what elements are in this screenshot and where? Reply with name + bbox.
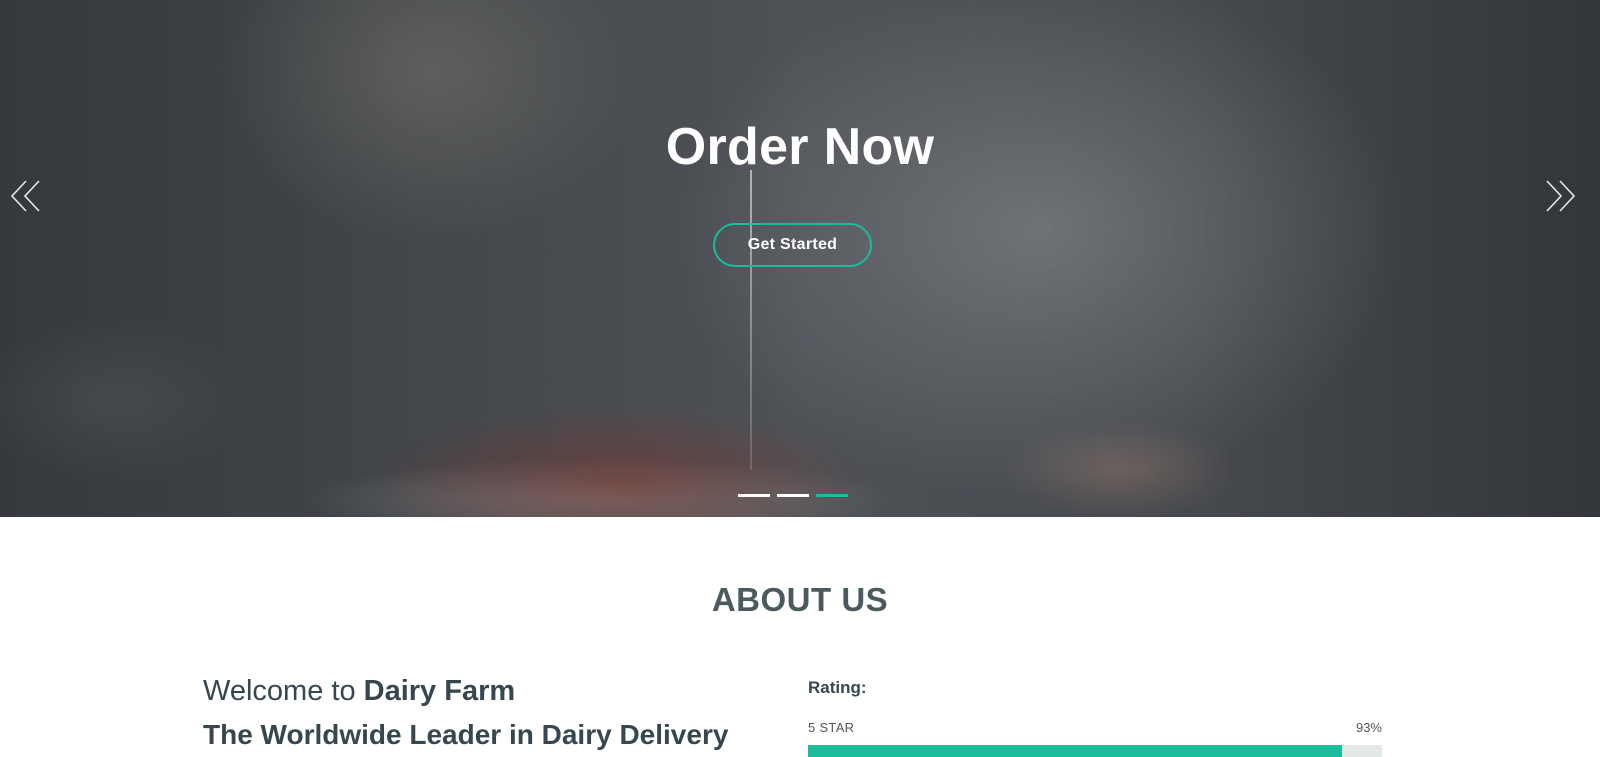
hero-title: Order Now [665,118,935,176]
carousel-next-button[interactable] [1541,178,1577,214]
rating-bar-percent: 93% [1355,720,1382,735]
rating-progress-bar [808,745,1382,757]
brand-name: Dairy Farm [363,675,516,707]
hero-background-detail [750,170,752,470]
double-chevron-right-icon [1546,180,1576,212]
carousel-indicator-1[interactable] [738,494,770,497]
rating-bar-label: 5 STAR [808,720,855,735]
carousel-indicator-3[interactable] [816,494,848,497]
rating-label: Rating: [808,678,867,697]
about-subtitle: The Worldwide Leader in Dairy Delivery [203,719,729,750]
get-started-button[interactable]: Get Started [713,223,872,267]
carousel-prev-button[interactable] [9,178,45,214]
carousel-indicator-2[interactable] [777,494,809,497]
rating-progress-fill [808,745,1342,757]
welcome-prefix: Welcome to [203,675,364,707]
hero-carousel: Order Now Get Started [0,0,1600,517]
section-title: ABOUT US [711,581,889,618]
double-chevron-left-icon [10,180,40,212]
welcome-heading: Welcome to Dairy Farm [203,675,515,708]
carousel-indicators [738,494,848,497]
